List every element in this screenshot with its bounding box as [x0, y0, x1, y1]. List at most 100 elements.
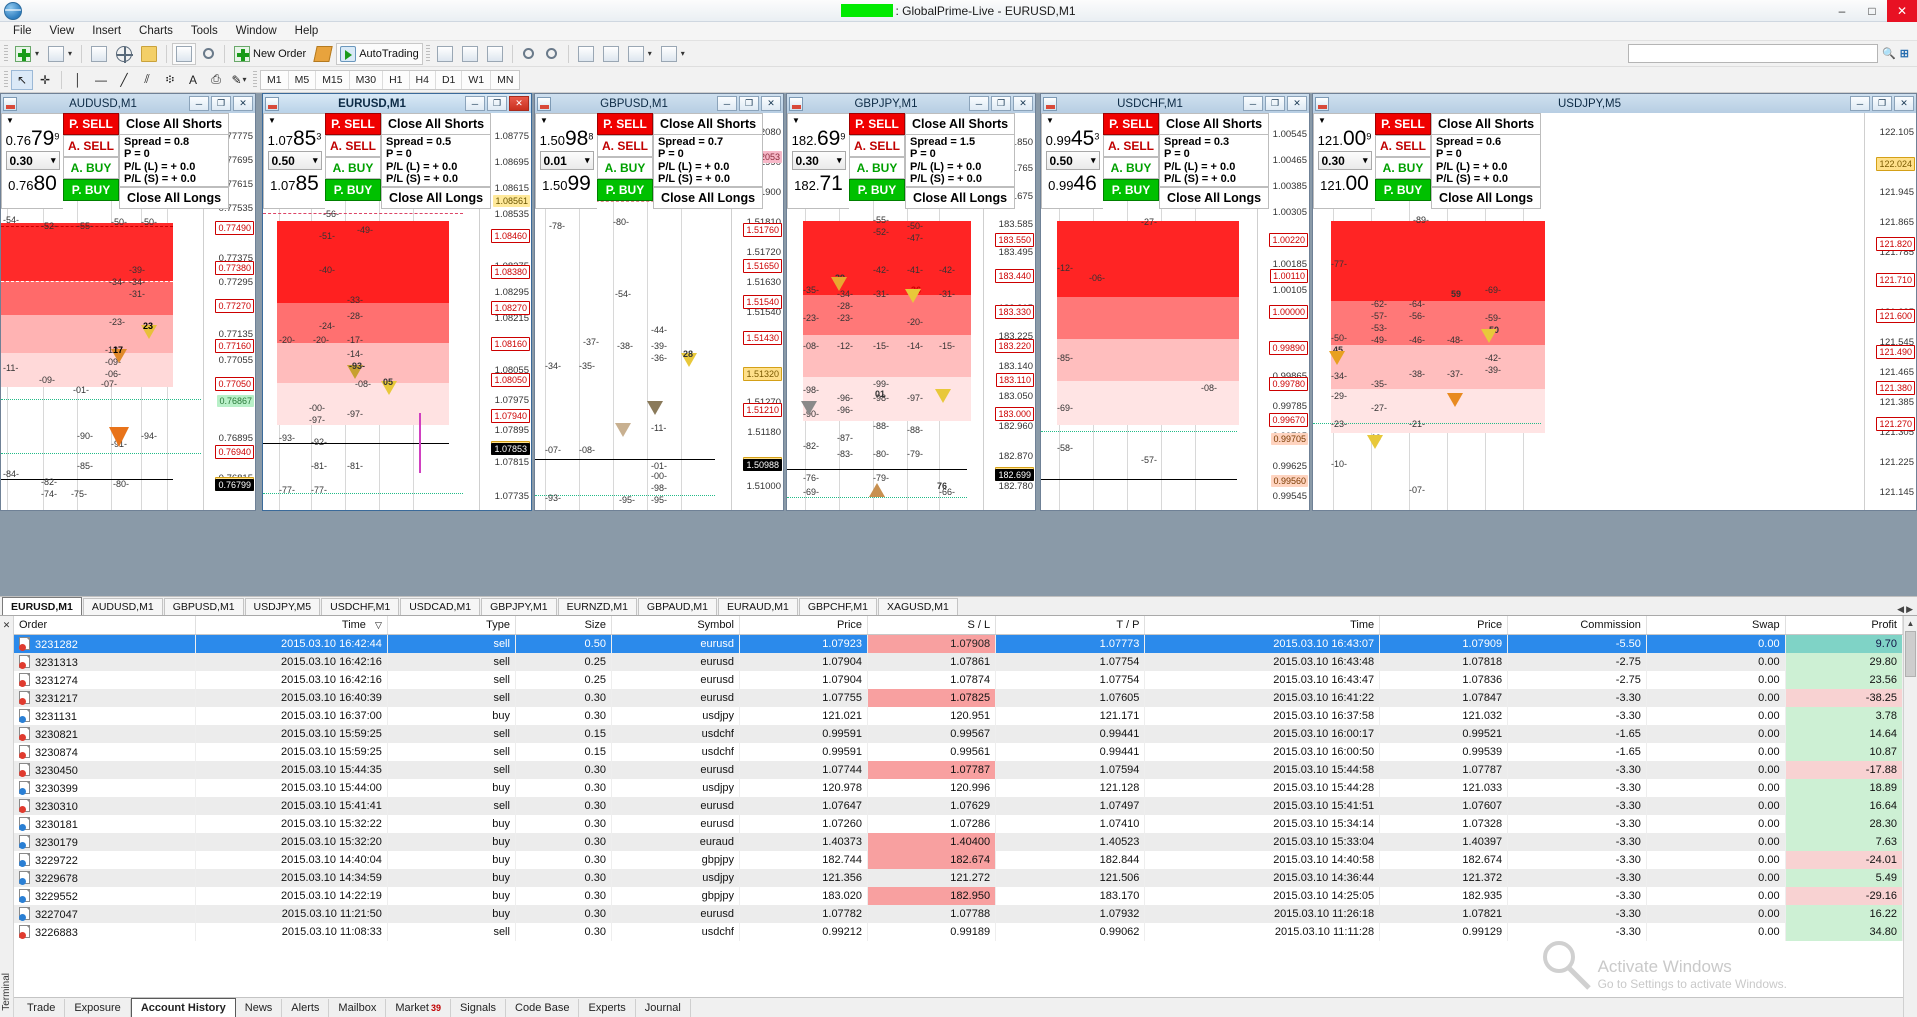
text-tool-button[interactable]: A: [182, 70, 204, 90]
scroll-right-icon[interactable]: ▶: [1906, 604, 1913, 615]
line-chart-button[interactable]: [483, 43, 507, 65]
terminal-tab-mailbox[interactable]: Mailbox: [329, 999, 387, 1017]
col-header-commission[interactable]: Commission: [1507, 616, 1647, 635]
col-header-price-close[interactable]: Price: [1379, 616, 1509, 635]
instant-buy-button[interactable]: A. BUY: [63, 157, 119, 179]
chart-titlebar[interactable]: AUDUSD,M1 ─ ❐ ✕: [1, 94, 255, 113]
table-row[interactable]: 3230450 2015.03.10 15:44:35 sell 0.30 eurusd…: [14, 761, 1903, 779]
pending-buy-button[interactable]: P. BUY: [849, 179, 905, 201]
scrollbar-thumb[interactable]: [1905, 631, 1916, 677]
search-input[interactable]: [1628, 44, 1879, 63]
chevron-down-icon[interactable]: ▾: [243, 75, 247, 84]
chart-restore-button[interactable]: ❐: [739, 96, 759, 111]
chart-minimize-button[interactable]: ─: [189, 96, 209, 111]
col-header-time-open[interactable]: Time ▽: [195, 616, 388, 635]
menu-view[interactable]: View: [41, 23, 84, 39]
close-all-longs-button[interactable]: Close All Longs: [1159, 187, 1270, 210]
terminal-tab-exposure[interactable]: Exposure: [65, 999, 131, 1017]
chart-titlebar[interactable]: EURUSD,M1 ─ ❐ ✕: [263, 94, 531, 113]
close-all-shorts-button[interactable]: Close All Shorts: [1431, 113, 1542, 135]
close-all-longs-button[interactable]: Close All Longs: [1431, 187, 1542, 210]
chart-tab-gbpaud[interactable]: GBPAUD,M1: [637, 598, 717, 615]
pending-sell-button[interactable]: P. SELL: [1103, 113, 1159, 135]
candlestick-chart-button[interactable]: [458, 43, 482, 65]
table-row[interactable]: 3231282 2015.03.10 16:42:44 sell 0.50 eurusd…: [14, 634, 1903, 653]
col-header-type[interactable]: Type: [387, 616, 516, 635]
instant-sell-button[interactable]: A. SELL: [63, 135, 119, 157]
close-all-longs-button[interactable]: Close All Longs: [381, 187, 492, 210]
instant-sell-button[interactable]: A. SELL: [325, 135, 381, 157]
label-tool-button[interactable]: ⎙: [205, 70, 227, 90]
bar-chart-button[interactable]: [433, 43, 457, 65]
col-header-time-close[interactable]: Time: [1144, 616, 1381, 635]
auto-scroll-button[interactable]: [574, 43, 598, 65]
col-header-price-open[interactable]: Price: [739, 616, 869, 635]
crosshair-button[interactable]: [112, 43, 136, 65]
chart-window-eurusd[interactable]: EURUSD,M1 ─ ❐ ✕ -56- -51- -49- -40- -33-…: [262, 93, 532, 511]
col-header-size[interactable]: Size: [515, 616, 612, 635]
lot-size-select[interactable]: 0.30 ▾: [1317, 151, 1372, 170]
instant-buy-button[interactable]: A. BUY: [1103, 157, 1159, 179]
col-header-symbol[interactable]: Symbol: [611, 616, 741, 635]
table-row[interactable]: 3230399 2015.03.10 15:44:00 buy 0.30 usdjpy 1…: [14, 779, 1903, 797]
chevron-down-icon[interactable]: ▾: [35, 49, 39, 58]
chart-canvas[interactable]: -78- -80- -54- -37- -44- -38- -39- -36- …: [535, 113, 783, 510]
close-all-shorts-button[interactable]: Close All Shorts: [905, 113, 1016, 135]
chart-minimize-button[interactable]: ─: [1243, 96, 1263, 111]
chart-minimize-button[interactable]: ─: [969, 96, 989, 111]
col-header-take-profit[interactable]: T / P: [995, 616, 1146, 635]
chevron-down-icon[interactable]: ▾: [837, 155, 842, 166]
chart-close-button[interactable]: ✕: [761, 96, 781, 111]
toolbar-grip[interactable]: [253, 70, 257, 89]
toolbar-grip[interactable]: [425, 44, 430, 63]
timeframe-m15[interactable]: M15: [316, 70, 350, 89]
timeframe-h4[interactable]: H4: [409, 70, 436, 89]
chart-tab-usdjpy[interactable]: USDJPY,M5: [244, 598, 321, 615]
col-header-stop-loss[interactable]: S / L: [867, 616, 997, 635]
vertical-line-tool-button[interactable]: │: [67, 70, 89, 90]
lot-size-select[interactable]: 0.50 ▾: [1045, 151, 1100, 170]
collapse-panel-icon[interactable]: ▼: [6, 116, 14, 125]
chart-restore-button[interactable]: ❐: [1265, 96, 1285, 111]
chart-tab-audusd[interactable]: AUDUSD,M1: [82, 598, 163, 615]
chart-tab-scroll[interactable]: ◀ ▶: [1897, 604, 1917, 615]
profiles-button[interactable]: ▾: [44, 43, 76, 65]
scroll-up-icon[interactable]: ▲: [1907, 616, 1915, 630]
table-row[interactable]: 3227047 2015.03.10 11:21:50 buy 0.30 eurusd 1…: [14, 905, 1903, 923]
timeframe-mn[interactable]: MN: [491, 70, 520, 89]
chart-close-button[interactable]: ✕: [1287, 96, 1307, 111]
timeframe-h1[interactable]: H1: [383, 70, 410, 89]
terminal-tab-experts[interactable]: Experts: [579, 999, 636, 1017]
chevron-down-icon[interactable]: ▾: [1091, 155, 1096, 166]
navigator-button[interactable]: [137, 43, 161, 65]
menu-window[interactable]: Window: [227, 23, 286, 39]
timeframe-w1[interactable]: W1: [462, 70, 492, 89]
terminal-tab-code-base[interactable]: Code Base: [506, 999, 580, 1017]
pending-sell-button[interactable]: P. SELL: [597, 113, 653, 135]
chart-close-button[interactable]: ✕: [1013, 96, 1033, 111]
chevron-down-icon[interactable]: ▾: [68, 49, 72, 58]
pending-sell-button[interactable]: P. SELL: [325, 113, 381, 135]
close-all-shorts-button[interactable]: Close All Shorts: [119, 113, 230, 135]
chart-titlebar[interactable]: USDCHF,M1 ─ ❐ ✕: [1041, 94, 1309, 113]
chart-close-button[interactable]: ✕: [1894, 96, 1914, 111]
terminal-close-icon[interactable]: ✕: [3, 620, 11, 631]
autotrading-button[interactable]: AutoTrading: [336, 42, 423, 65]
chart-tab-gbpchf[interactable]: GBPCHF,M1: [798, 598, 877, 615]
collapse-panel-icon[interactable]: ▼: [1318, 116, 1326, 125]
instant-buy-button[interactable]: A. BUY: [597, 157, 653, 179]
chart-tab-eurusd[interactable]: EURUSD,M1: [2, 597, 82, 615]
col-header-order[interactable]: Order: [14, 616, 196, 635]
table-row[interactable]: 3226883 2015.03.10 11:08:33 sell 0.30 usdchf…: [14, 923, 1903, 941]
table-row[interactable]: 3229722 2015.03.10 14:40:04 buy 0.30 gbpjpy 1…: [14, 851, 1903, 869]
table-row[interactable]: 3231274 2015.03.10 16:42:16 sell 0.25 eurusd…: [14, 671, 1903, 689]
fibonacci-tool-button[interactable]: ፨: [159, 70, 181, 90]
terminal-scrollbar[interactable]: ▲: [1903, 616, 1917, 1017]
table-row[interactable]: 3230181 2015.03.10 15:32:22 buy 0.30 eurusd 1…: [14, 815, 1903, 833]
lot-size-select[interactable]: 0.50 ▾: [267, 151, 322, 170]
chart-window-gbpusd[interactable]: GBPUSD,M1 ─ ❐ ✕ -78- -80- -54- -37- -44-…: [534, 93, 784, 511]
timeframe-m1[interactable]: M1: [261, 70, 289, 89]
indicators-button[interactable]: ▾: [624, 43, 656, 65]
chart-tab-eurnzd[interactable]: EURNZD,M1: [557, 598, 637, 615]
lot-size-select[interactable]: 0.30 ▾: [5, 151, 60, 170]
